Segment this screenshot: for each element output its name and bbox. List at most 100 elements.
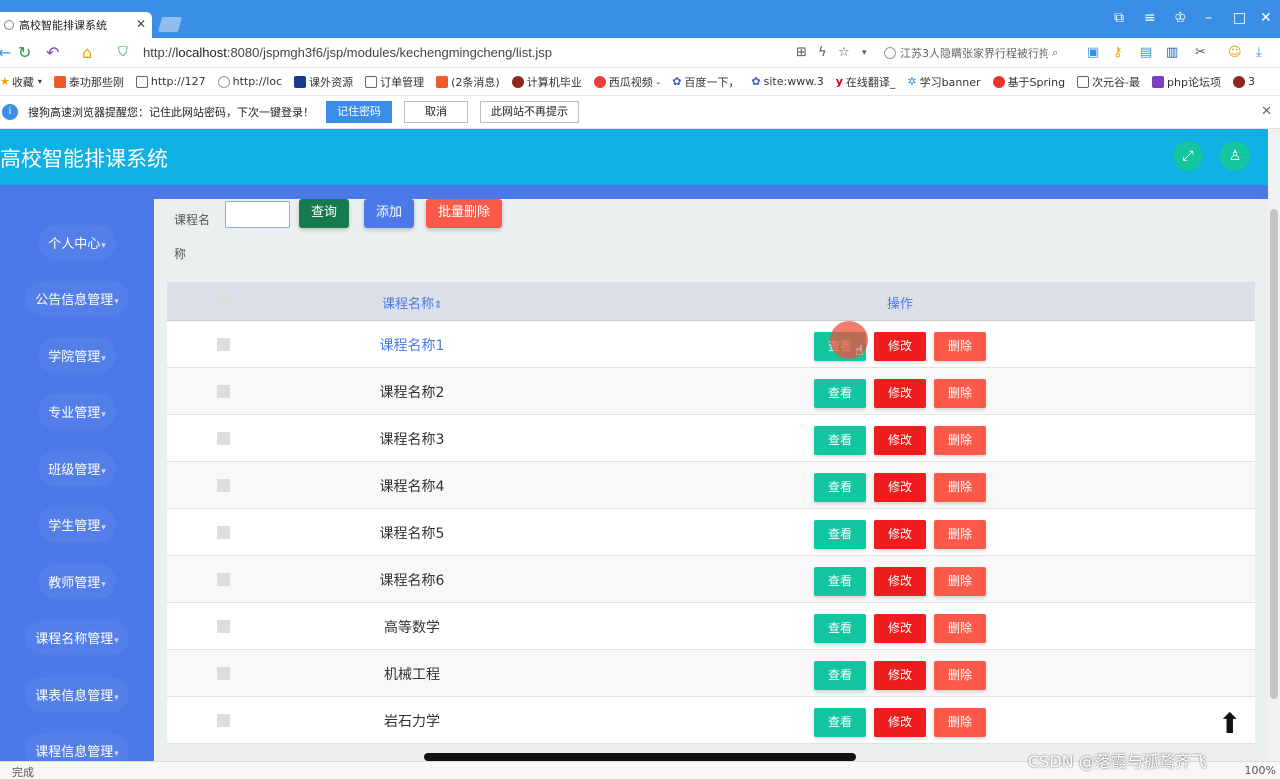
fullscreen-button[interactable]: ⤢ [1173,141,1203,171]
window-close-icon[interactable]: ✕ [1260,10,1272,26]
bookmark-favorites[interactable]: ★ 收藏 ▾ [0,74,42,90]
sidebar-item-course-info[interactable]: 课程信息管理▾ [0,733,154,761]
bookmark-item[interactable]: 泰功那些刚 [53,74,124,90]
delete-button[interactable]: 删除 [934,614,986,643]
delete-button[interactable]: 删除 [934,708,986,737]
tab-close-icon[interactable]: ✕ [136,17,146,31]
new-tab-button[interactable] [157,17,183,32]
query-button[interactable]: 查询 [299,199,350,228]
bookmark-item[interactable]: http://loc [217,75,282,88]
qr-icon[interactable]: ⊞ [796,45,807,60]
search-icon[interactable]: ⌕ [1052,46,1058,60]
edit-button[interactable]: 修改 [874,379,926,408]
speed-icon[interactable]: ϟ [818,45,827,60]
view-button[interactable]: 查看 [814,520,866,549]
edit-button[interactable]: 修改 [874,332,926,361]
sidebar-item-students[interactable]: 学生管理▾ [0,507,154,542]
skin-icon[interactable]: ♔ [1174,10,1187,26]
user-button[interactable]: ♙ [1220,141,1250,171]
sidebar-item-teachers[interactable]: 教师管理▾ [0,564,154,599]
sidebar-item-personal-center[interactable]: 个人中心▾ [0,225,154,260]
delete-button[interactable]: 删除 [934,332,986,361]
back-to-top-icon[interactable]: ⬆ [1218,707,1241,740]
sidebar-item-course-names[interactable]: 课程名称管理▾ [0,620,154,655]
edit-button[interactable]: 修改 [874,520,926,549]
scissors-icon[interactable]: ✂ [1195,45,1206,60]
sidebar-item-classes[interactable]: 班级管理▾ [0,451,154,486]
minimize-icon[interactable]: – [1205,10,1212,26]
batch-delete-button[interactable]: 批量删除 [426,199,503,228]
window-mode-icon[interactable]: ⧉ [1114,10,1124,26]
key-icon[interactable]: ⚷ [1113,45,1123,60]
sidebar-item-announcements[interactable]: 公告信息管理▾ [0,281,154,316]
row-checkbox[interactable] [217,526,230,539]
bookmark-item[interactable]: ✲ 学习banner [907,74,980,90]
edit-button[interactable]: 修改 [874,708,926,737]
cancel-button[interactable]: 取消 [404,101,468,123]
row-checkbox[interactable] [217,432,230,445]
sidebar-item-timetables[interactable]: 课表信息管理▾ [0,677,154,712]
view-button[interactable]: 查看 [814,661,866,690]
edit-button[interactable]: 修改 [874,426,926,455]
view-button[interactable]: 查看 [814,708,866,737]
edit-button[interactable]: 修改 [874,614,926,643]
maximize-icon[interactable]: □ [1233,10,1246,26]
close-icon[interactable]: ✕ [1261,104,1272,119]
browser-tab[interactable]: 高校智能排课系统 ✕ [0,12,152,38]
star-icon[interactable]: ☆ [838,45,850,60]
bookmark-item[interactable]: (2条消息) [436,74,500,90]
url-field[interactable]: http://localhost:8080/jspmgh3f6/jsp/modu… [143,45,552,60]
emoji-icon[interactable]: ☺ [1228,45,1242,60]
edit-button[interactable]: 修改 [874,661,926,690]
view-button[interactable]: 查看 [814,426,866,455]
bookmark-item[interactable]: ✿ 百度一下， [672,74,739,90]
row-checkbox[interactable] [217,385,230,398]
download-icon[interactable]: ⤓ [1256,45,1262,60]
bookmark-item[interactable]: ✿ site:www.3 [751,75,823,88]
home-icon[interactable]: ⌂ [82,43,92,62]
bookmark-item[interactable]: 计算机毕业 [511,74,582,90]
delete-button[interactable]: 删除 [934,661,986,690]
delete-button[interactable]: 删除 [934,473,986,502]
edit-button[interactable]: 修改 [874,567,926,596]
view-button[interactable]: 查看 [814,379,866,408]
bookmark-item[interactable]: 基于Spring [992,74,1065,90]
bookmark-item[interactable]: 西瓜视频 - [593,74,660,90]
remember-password-button[interactable]: 记住密码 [326,101,392,123]
bookmark-item[interactable]: 次元谷-最 [1077,74,1140,90]
course-name-cell[interactable]: 课程名称1 [367,335,457,355]
sidebar-item-colleges[interactable]: 学院管理▾ [0,338,154,373]
page-scrollbar[interactable] [1268,129,1280,761]
sidebar-item-majors[interactable]: 专业管理▾ [0,394,154,429]
view-button[interactable]: 查看 [814,473,866,502]
bookmark-item[interactable]: 课外资源 [294,74,353,90]
scrollbar-thumb[interactable] [1270,209,1278,699]
delete-button[interactable]: 删除 [934,379,986,408]
edit-button[interactable]: 修改 [874,473,926,502]
row-checkbox[interactable] [217,479,230,492]
row-checkbox[interactable] [217,620,230,633]
row-checkbox[interactable] [217,573,230,586]
row-checkbox[interactable] [217,338,230,351]
add-button[interactable]: 添加 [364,199,415,228]
bookmark-item[interactable]: php论坛项 [1152,74,1221,90]
bookmark-item[interactable]: 3 [1232,75,1255,88]
row-checkbox[interactable] [217,667,230,680]
never-remind-button[interactable]: 此网站不再提示 [480,101,579,123]
bookmark-item[interactable]: 订单管理 [365,74,424,90]
bookmark-item[interactable]: http://127 [135,75,206,88]
undo-icon[interactable]: ↶ [46,43,59,62]
back-icon[interactable]: ← [0,43,11,62]
ext-window-icon[interactable]: ▥ [1166,45,1178,60]
ext-translate-icon[interactable]: ▣ [1087,45,1099,60]
menu-icon[interactable]: ≡ [1144,10,1156,26]
column-header-course-name[interactable]: 课程名称⇕ [382,293,442,312]
view-button[interactable]: 查看 [814,614,866,643]
dropdown-icon[interactable]: ▾ [862,48,867,58]
view-button[interactable]: 查看 [814,567,866,596]
bookmark-item[interactable]: y 在线翻译_ [836,74,896,90]
delete-button[interactable]: 删除 [934,520,986,549]
course-name-search-input[interactable] [225,201,290,228]
browser-search-box[interactable]: 江苏3人隐瞒张家界行程被行拘 ⌕ [884,43,1074,63]
row-checkbox[interactable] [217,714,230,727]
